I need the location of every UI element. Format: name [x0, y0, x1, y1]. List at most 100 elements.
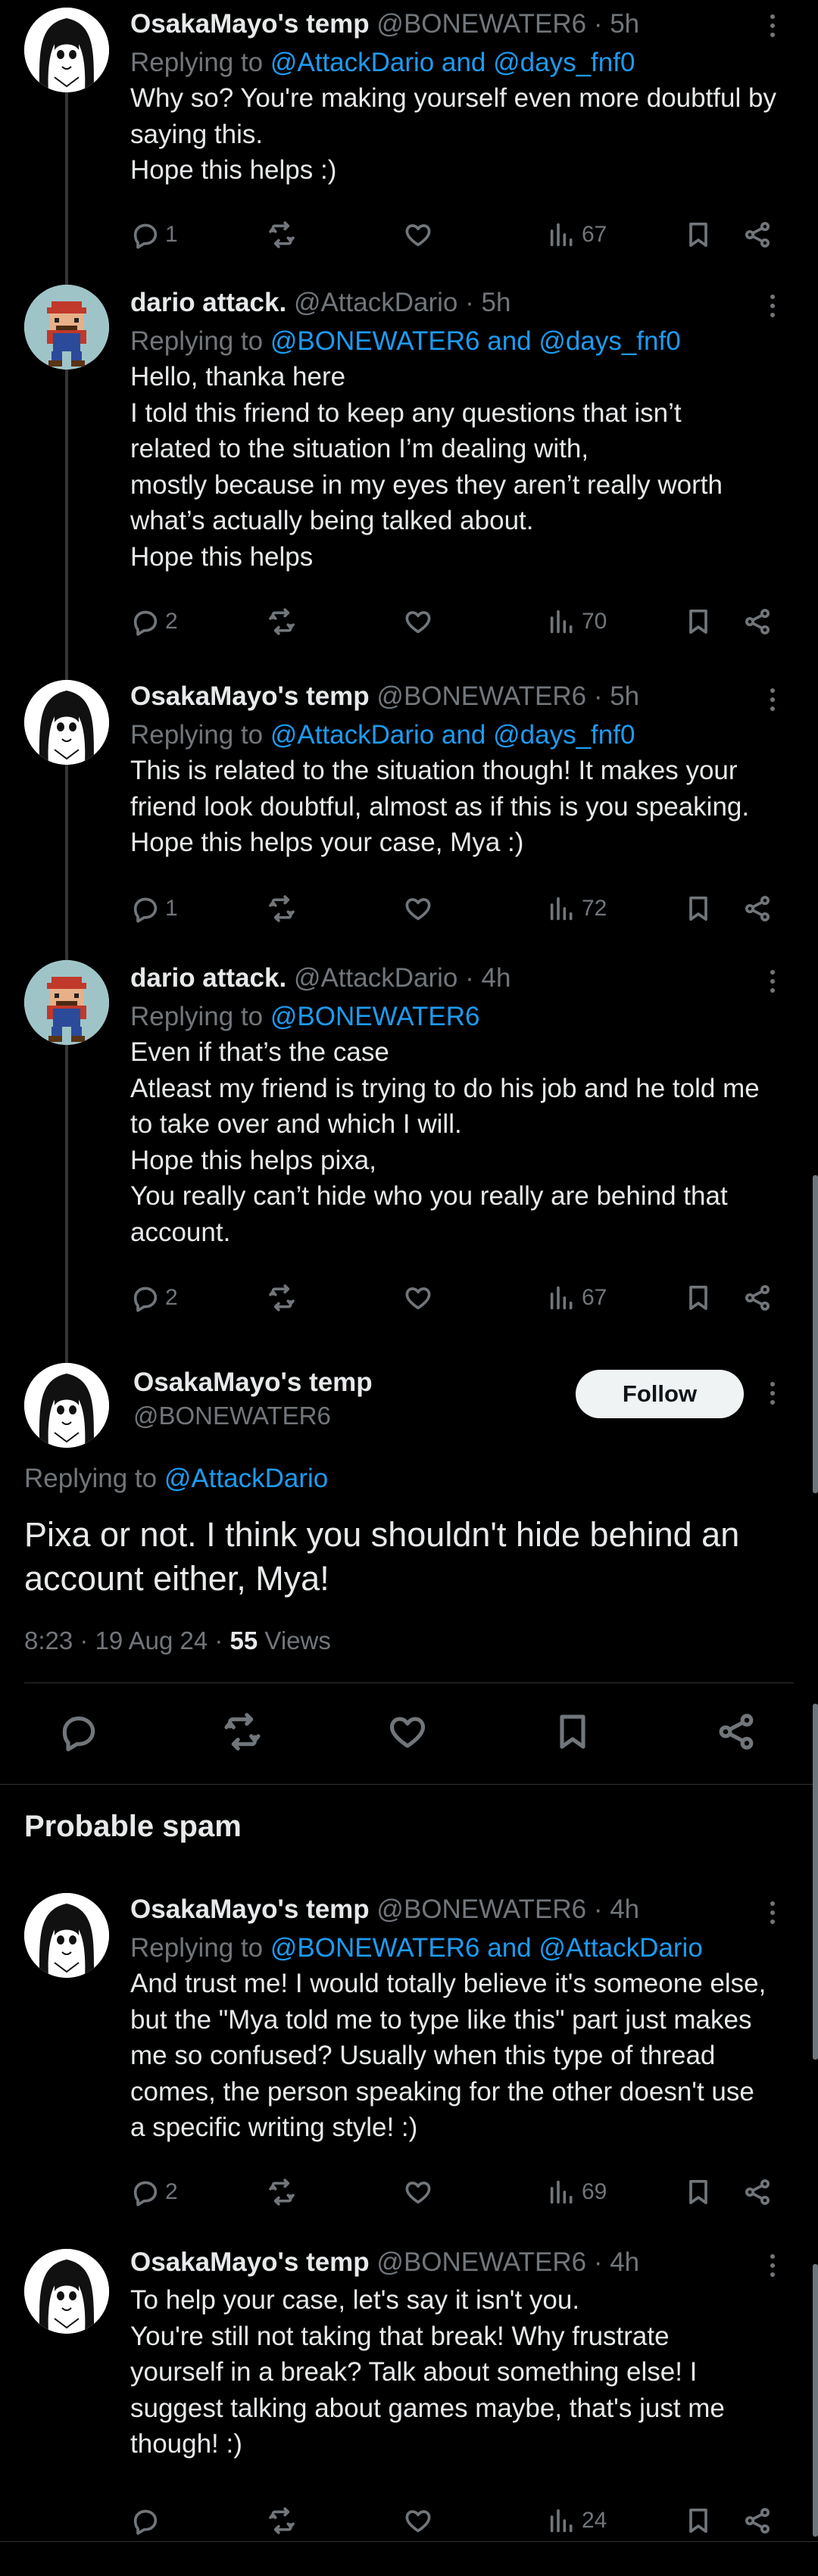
retweet-button[interactable] [267, 216, 297, 254]
bookmark-button[interactable] [683, 2502, 713, 2540]
views-button[interactable]: 67 [547, 216, 607, 254]
retweet-button[interactable] [267, 2502, 297, 2540]
action-bar: 24 [130, 2502, 788, 2540]
bookmark-button[interactable] [683, 2173, 713, 2211]
author-name[interactable]: OsakaMayo's temp [133, 1366, 373, 1399]
more-icon[interactable] [757, 1378, 788, 1408]
bookmark-button[interactable] [683, 890, 713, 928]
author-name[interactable]: OsakaMayo's temp [130, 2247, 370, 2277]
reply-tweet[interactable]: OsakaMayo's temp @BONEWATER6 · 4h Replyi… [0, 1893, 818, 2226]
scrollbar-thumb[interactable] [813, 1704, 818, 2060]
views-button[interactable]: 70 [547, 603, 607, 641]
author-name[interactable]: OsakaMayo's temp [130, 1895, 370, 1924]
retweet-button[interactable] [221, 1713, 264, 1751]
like-button[interactable] [403, 2173, 433, 2211]
author-name[interactable]: OsakaMayo's temp [130, 681, 370, 711]
like-button[interactable] [403, 2502, 433, 2540]
bookmark-button[interactable] [683, 216, 713, 254]
follow-button[interactable]: Follow [576, 1370, 744, 1418]
timestamp[interactable]: 5h [610, 9, 639, 39]
scrollbar-thumb[interactable] [813, 1175, 818, 1493]
reply-button[interactable]: 2 [130, 603, 178, 641]
replying-to: Replying to @BONEWATER6 [130, 1002, 480, 1031]
author-handle[interactable]: @BONEWATER6 [376, 1895, 586, 1924]
author-name[interactable]: OsakaMayo's temp [130, 9, 370, 39]
reply-button[interactable] [58, 1713, 100, 1751]
reply-button[interactable] [130, 2502, 161, 2540]
timestamp[interactable]: 5h [482, 288, 511, 317]
reply-tweet[interactable]: OsakaMayo's temp @BONEWATER6 · 5h Replyi… [0, 674, 818, 947]
author-name[interactable]: dario attack. [130, 963, 286, 993]
tweet-text: This is related to the situation though!… [130, 753, 788, 861]
views-button[interactable]: 67 [547, 1279, 607, 1317]
like-button[interactable] [386, 1713, 429, 1751]
reply-tweet[interactable]: dario attack. @AttackDario · 5h Replying… [0, 280, 818, 659]
share-button[interactable] [742, 216, 773, 254]
mention-link[interactable]: @BONEWATER6 and @days_fnf0 [270, 326, 681, 356]
bookmark-icon [683, 1283, 713, 1313]
avatar[interactable] [24, 8, 109, 92]
author-handle[interactable]: @AttackDario [294, 288, 457, 317]
tweet-text-line: I told this friend to keep any questions… [130, 398, 682, 428]
mention-link[interactable]: @AttackDario and @days_fnf0 [270, 720, 635, 750]
reply-button[interactable]: 2 [130, 1279, 178, 1317]
reply-button[interactable]: 2 [130, 2173, 178, 2211]
like-icon [403, 220, 433, 250]
views-button[interactable]: 24 [547, 2502, 607, 2540]
like-button[interactable] [403, 890, 433, 928]
retweet-icon [267, 2506, 297, 2536]
reply-button[interactable]: 1 [130, 890, 178, 928]
timestamp[interactable]: 4h [610, 2247, 639, 2277]
avatar[interactable] [24, 960, 109, 1045]
scrollbar-thumb[interactable] [813, 2264, 818, 2537]
retweet-button[interactable] [267, 890, 297, 928]
tweet-text-line: Even if that’s the case [130, 1037, 389, 1067]
author-name[interactable]: dario attack. [130, 288, 286, 317]
views-button[interactable]: 72 [547, 890, 607, 928]
bookmark-button[interactable] [551, 1713, 594, 1751]
author-handle[interactable]: @BONEWATER6 [133, 1399, 331, 1433]
share-button[interactable] [715, 1713, 757, 1751]
share-icon [742, 1283, 773, 1313]
retweet-button[interactable] [267, 1279, 297, 1317]
timestamp[interactable]: 4h [482, 963, 511, 993]
reply-icon [130, 1283, 161, 1313]
avatar[interactable] [24, 2249, 109, 2334]
tweet-text-line: This is related to the situation though!… [130, 756, 738, 785]
author-handle[interactable]: @AttackDario [294, 963, 457, 993]
share-button[interactable] [742, 603, 773, 641]
share-button[interactable] [742, 2173, 773, 2211]
author-handle[interactable]: @BONEWATER6 [376, 681, 586, 711]
timestamp[interactable]: 4h [610, 1895, 639, 1924]
tweet-timestamp[interactable]: 8:23 · 19 Aug 24 · [24, 1626, 230, 1654]
retweet-button[interactable] [267, 2173, 297, 2211]
reply-tweet[interactable]: OsakaMayo's temp @BONEWATER6 · 4h To hel… [0, 2246, 818, 2549]
reply-tweet[interactable]: OsakaMayo's temp @BONEWATER6 · 5h Replyi… [0, 0, 818, 273]
author-handle[interactable]: @BONEWATER6 [376, 9, 586, 39]
retweet-button[interactable] [267, 603, 297, 641]
share-button[interactable] [742, 1279, 773, 1317]
reply-button[interactable]: 1 [130, 216, 178, 254]
divider [0, 2541, 818, 2542]
avatar[interactable] [24, 1893, 109, 1978]
bookmark-button[interactable] [683, 603, 713, 641]
like-button[interactable] [403, 216, 433, 254]
views-button[interactable]: 69 [547, 2173, 607, 2211]
share-button[interactable] [742, 2502, 773, 2540]
action-bar: 2 67 [130, 1279, 788, 1317]
tweet-meta: 8:23 · 19 Aug 24 · 55 Views [24, 1626, 331, 1654]
mention-link[interactable]: @AttackDario and @days_fnf0 [270, 48, 635, 77]
avatar[interactable] [24, 680, 109, 765]
like-button[interactable] [403, 1279, 433, 1317]
author-handle[interactable]: @BONEWATER6 [376, 2247, 586, 2277]
bookmark-button[interactable] [683, 1279, 713, 1317]
share-button[interactable] [742, 890, 773, 928]
like-button[interactable] [403, 603, 433, 641]
avatar[interactable] [24, 1363, 109, 1448]
timestamp[interactable]: 5h [610, 681, 639, 711]
reply-tweet[interactable]: dario attack. @AttackDario · 4h Replying… [0, 956, 818, 1349]
mention-link[interactable]: @AttackDario [164, 1464, 328, 1493]
mention-link[interactable]: @BONEWATER6 [270, 1002, 480, 1031]
avatar[interactable] [24, 285, 109, 370]
mention-link[interactable]: @BONEWATER6 and @AttackDario [270, 1933, 703, 1963]
